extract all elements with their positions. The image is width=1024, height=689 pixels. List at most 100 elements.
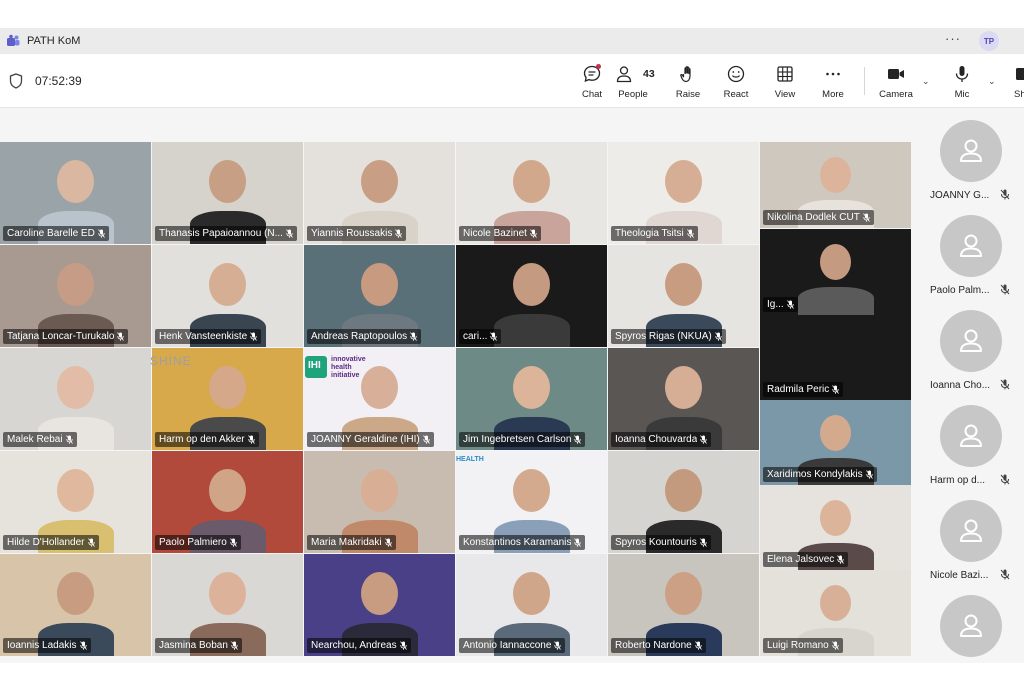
participant-video-tile[interactable]: Theologia Tsitsi bbox=[608, 142, 759, 244]
people-label: People bbox=[618, 89, 648, 100]
participant-name-tag: Spyros Rigas (NKUA) bbox=[611, 329, 726, 344]
participant-video-tile[interactable]: Elena Jalsovec bbox=[760, 485, 911, 570]
participant-video-tile[interactable]: Andreas Raptopoulos bbox=[304, 245, 455, 347]
participant-video-tile[interactable]: Maria Makridaki bbox=[304, 451, 455, 553]
react-label: React bbox=[723, 89, 749, 100]
participant-name: Andreas Raptopoulos bbox=[311, 331, 408, 342]
participant-video-tile[interactable]: Spyros Rigas (NKUA) bbox=[608, 245, 759, 347]
sidebar-participant[interactable]: Ioanna Cho... bbox=[918, 310, 1024, 404]
participant-video-tile[interactable]: Ioanna Chouvarda bbox=[608, 348, 759, 450]
mic-muted-icon bbox=[1000, 189, 1010, 200]
participant-video-tile[interactable]: Hilde D'Hollander bbox=[0, 451, 151, 553]
participant-video-tile[interactable]: Nearchou, Andreas bbox=[304, 554, 455, 656]
participant-name-tag: Thanasis Papaioannou (N... bbox=[155, 226, 297, 241]
participant-name-tag: Roberto Nardone bbox=[611, 638, 706, 653]
participant-video-tile[interactable]: Caroline Barelle ED bbox=[0, 142, 151, 244]
mic-muted-icon bbox=[410, 332, 418, 341]
mic-muted-icon bbox=[399, 641, 407, 650]
participant-name-tag: Paolo Palmiero bbox=[155, 535, 241, 550]
shield-icon[interactable] bbox=[9, 73, 23, 89]
mic-muted-icon bbox=[574, 435, 582, 444]
window-more-button[interactable]: ··· bbox=[945, 31, 961, 46]
view-button[interactable]: View bbox=[760, 64, 810, 104]
mic-muted-icon bbox=[530, 229, 537, 238]
camera-button[interactable]: Camera bbox=[871, 64, 921, 104]
participant-name-tag: Theologia Tsitsi bbox=[611, 226, 698, 241]
react-button[interactable]: React bbox=[711, 64, 761, 104]
mic-muted-icon bbox=[700, 435, 708, 444]
smiley-icon bbox=[727, 65, 745, 83]
mic-options-chevron-icon[interactable]: ⌄ bbox=[988, 76, 996, 87]
camera-options-chevron-icon[interactable]: ⌄ bbox=[922, 76, 930, 87]
participant-video-tile[interactable]: Malek Rebai bbox=[0, 348, 151, 450]
user-avatar[interactable]: TP bbox=[979, 31, 999, 51]
participant-face bbox=[57, 263, 94, 306]
participant-video-tile[interactable]: Nikolina Dodlek CUT bbox=[760, 142, 911, 228]
window-title: PATH KoM bbox=[27, 35, 81, 47]
meeting-timer: 07:52:39 bbox=[35, 74, 82, 88]
participant-video-tile[interactable]: Konstantinos Karamanis bbox=[456, 451, 607, 553]
participant-name: Yiannis Roussakis bbox=[311, 228, 393, 239]
participant-name: Hilde D'Hollander bbox=[7, 537, 85, 548]
ihi-logo-mark: IHI bbox=[305, 356, 327, 378]
people-count-badge: 43 bbox=[643, 68, 655, 80]
participant-avatar bbox=[940, 310, 1002, 372]
participant-name: Roberto Nardone bbox=[615, 640, 692, 651]
participant-video-tile[interactable]: Jim Ingebretsen Carlson bbox=[456, 348, 607, 450]
sidebar-participant[interactable]: Harm op d... bbox=[918, 405, 1024, 499]
participant-video-tile[interactable]: Nicole Bazinet bbox=[456, 142, 607, 244]
participant-name: Maria Makridaki bbox=[311, 537, 382, 548]
participant-name-tag: Maria Makridaki bbox=[307, 535, 396, 550]
participant-face bbox=[57, 469, 94, 512]
participant-video-tile[interactable]: Xaridimos Kondylakis bbox=[760, 400, 911, 485]
mic-button[interactable]: Mic bbox=[937, 64, 987, 104]
participant-video-tile[interactable]: Spyros Kountouris bbox=[608, 451, 759, 553]
participant-face bbox=[57, 572, 94, 615]
camera-icon bbox=[888, 69, 904, 79]
participant-video-tile[interactable]: Radmila Peric bbox=[760, 315, 911, 400]
sidebar-participant[interactable]: JOANNY G... bbox=[918, 120, 1024, 214]
participant-video-tile[interactable]: Thanasis Papaioannou (N... bbox=[152, 142, 303, 244]
participant-name-tag: Nearchou, Andreas bbox=[307, 638, 411, 653]
mic-muted-icon bbox=[1000, 379, 1010, 390]
participant-video-tile[interactable]: Roberto Nardone bbox=[608, 554, 759, 656]
participant-name-tag: JOANNY Geraldine (IHI) bbox=[307, 432, 434, 447]
participant-name-tag: Malek Rebai bbox=[3, 432, 77, 447]
participant-name-tag: Ioannis Ladakis bbox=[3, 638, 91, 653]
sidebar-participant[interactable]: Nicole Bazi... bbox=[918, 500, 1024, 594]
sidebar-participant-name: Nicole Bazi... bbox=[930, 570, 989, 581]
people-icon bbox=[616, 66, 632, 83]
ihi-logo-text: innovative health initiative bbox=[331, 356, 366, 379]
participant-name-tag: Henk Vansteenkiste bbox=[155, 329, 262, 344]
participant-name: Luigi Romano bbox=[767, 640, 829, 651]
participant-video-tile[interactable]: Paolo Palmiero bbox=[152, 451, 303, 553]
participant-video-tile[interactable]: Yiannis Roussakis bbox=[304, 142, 455, 244]
more-button[interactable]: More bbox=[808, 64, 858, 104]
raise-label: Raise bbox=[675, 89, 701, 100]
participant-face bbox=[513, 160, 550, 203]
participant-video-tile[interactable]: cari... bbox=[456, 245, 607, 347]
participant-video-tile[interactable]: Antonio Iannaccone bbox=[456, 554, 607, 656]
participant-name-tag: Caroline Barelle ED bbox=[3, 226, 109, 241]
share-button[interactable]: Sh bbox=[1003, 64, 1024, 104]
participant-face bbox=[57, 366, 94, 409]
participant-video-tile[interactable]: Luigi Romano bbox=[760, 570, 911, 656]
participant-video-tile[interactable]: Ig... bbox=[760, 229, 911, 315]
sidebar-participant-name: Paolo Palm... bbox=[930, 285, 990, 296]
participant-name: Henk Vansteenkiste bbox=[159, 331, 248, 342]
participant-face bbox=[361, 572, 398, 615]
mic-muted-icon bbox=[1000, 569, 1010, 580]
mic-muted-icon bbox=[1000, 474, 1010, 485]
sidebar-participant[interactable] bbox=[918, 595, 1024, 689]
participant-name: Malek Rebai bbox=[7, 434, 63, 445]
participant-video-tile[interactable]: Jasmina Boban bbox=[152, 554, 303, 656]
mic-muted-icon bbox=[79, 641, 87, 650]
raise-hand-button[interactable]: Raise bbox=[663, 64, 713, 104]
sidebar-participant[interactable]: Paolo Palm... bbox=[918, 215, 1024, 309]
participant-video-tile[interactable]: Tatjana Loncar-Turukalo bbox=[0, 245, 151, 347]
participant-face bbox=[820, 585, 851, 621]
participant-video-tile[interactable]: Henk Vansteenkiste bbox=[152, 245, 303, 347]
participant-avatar bbox=[940, 595, 1002, 657]
participant-name-tag: Yiannis Roussakis bbox=[307, 226, 407, 241]
participant-video-tile[interactable]: Ioannis Ladakis bbox=[0, 554, 151, 656]
